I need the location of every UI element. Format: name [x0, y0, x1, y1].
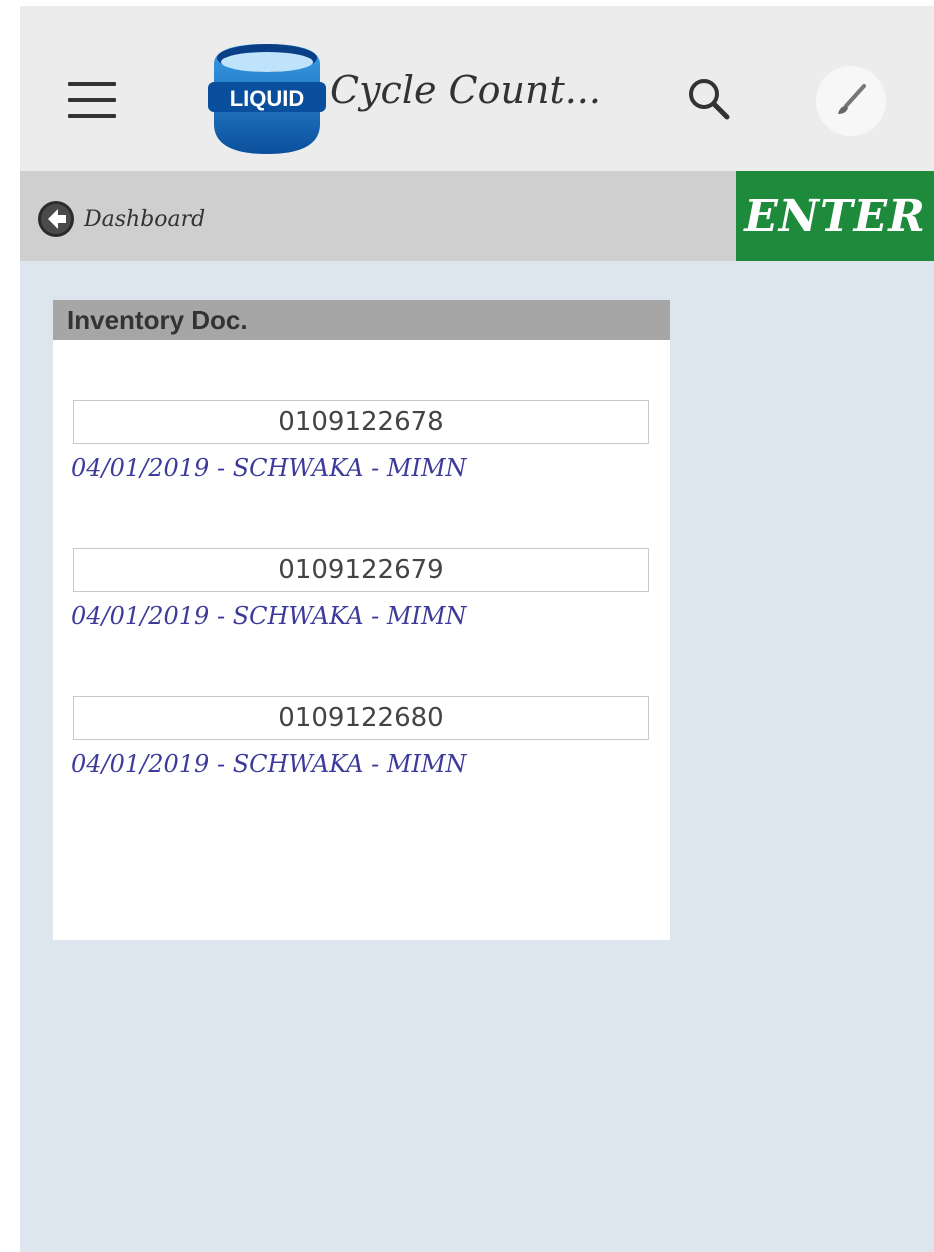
paintbrush-icon	[838, 84, 866, 114]
hamburger-menu-icon[interactable]	[68, 80, 116, 120]
app-header: LIQUID Cycle Count...	[20, 6, 934, 171]
panel-title: Inventory Doc.	[53, 300, 670, 340]
list-item: 0109122678 04/01/2019 - SCHWAKA - MIMN	[71, 400, 649, 482]
doc-number-button[interactable]: 0109122679	[73, 548, 649, 592]
enter-button[interactable]: ENTER	[736, 171, 934, 261]
doc-details: 04/01/2019 - SCHWAKA - MIMN	[71, 454, 467, 482]
logo-text: LIQUID	[230, 86, 305, 111]
list-item: 0109122680 04/01/2019 - SCHWAKA - MIMN	[71, 696, 649, 778]
app-screen: LIQUID Cycle Count... Dashboard ENTER In…	[20, 6, 934, 1252]
doc-number-button[interactable]: 0109122680	[73, 696, 649, 740]
doc-number-button[interactable]: 0109122678	[73, 400, 649, 444]
doc-details: 04/01/2019 - SCHWAKA - MIMN	[71, 750, 467, 778]
liquid-logo: LIQUID	[208, 36, 326, 156]
list-item: 0109122679 04/01/2019 - SCHWAKA - MIMN	[71, 548, 649, 630]
back-label: Dashboard	[84, 206, 206, 232]
inventory-doc-panel: Inventory Doc. 0109122678 04/01/2019 - S…	[53, 300, 670, 940]
navigation-bar: Dashboard ENTER	[20, 171, 934, 261]
settings-brush-button[interactable]	[816, 66, 886, 136]
dashboard-back-link[interactable]: Dashboard	[36, 199, 205, 239]
back-arrow-icon	[38, 201, 74, 237]
search-icon[interactable]	[684, 74, 732, 122]
doc-details: 04/01/2019 - SCHWAKA - MIMN	[71, 602, 467, 630]
app-title: Cycle Count...	[330, 68, 601, 112]
